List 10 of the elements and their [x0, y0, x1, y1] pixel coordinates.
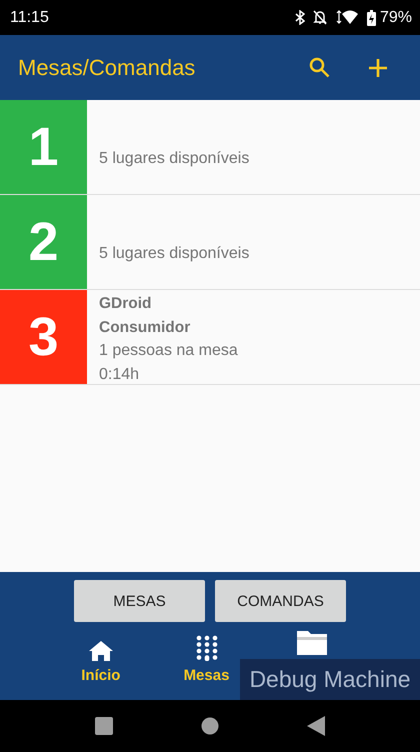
debug-overlay: Debug Machine [240, 659, 420, 700]
table-info: 5 lugares disponíveis [99, 148, 250, 168]
status-time: 11:15 [10, 8, 49, 26]
table-title: Consumidor [99, 318, 192, 338]
table-info: 5 lugares disponíveis [99, 244, 250, 264]
app-title: Mesas/Comandas [18, 54, 196, 80]
table-title: GDroid [99, 294, 153, 314]
battery-percent: 79% [380, 8, 412, 26]
table-info: 1 pessoas na mesa [99, 341, 238, 361]
table-info: 0:14h [99, 364, 140, 384]
